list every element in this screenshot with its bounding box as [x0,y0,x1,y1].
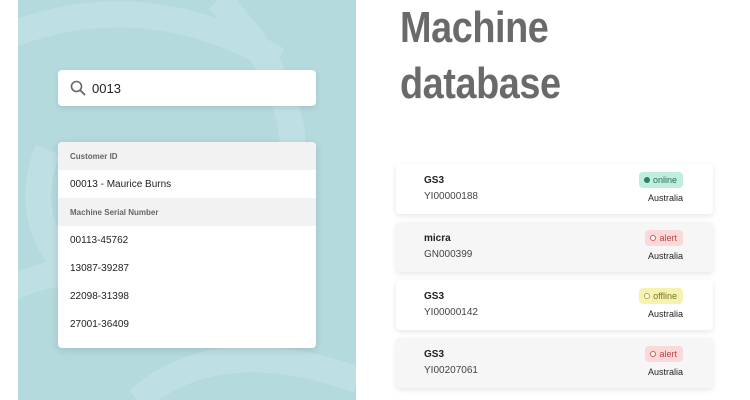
customer-id-header: Customer ID [58,142,316,170]
machine-model: GS3 [424,175,445,186]
status-badge: alert [645,230,683,246]
status-dot-icon [644,293,651,299]
search-results-dropdown: Customer ID 00013 - Maurice Burns Machin… [58,142,316,348]
machine-model: GS3 [424,349,445,360]
status-label: alert [659,349,677,359]
status-badge: alert [645,346,683,362]
machine-card[interactable]: GS3 YI00207061 alert Australia [396,338,713,388]
serial-result[interactable]: 13087-39287 [58,254,316,282]
serial-result[interactable]: 00113-45762 [58,226,316,254]
status-label: alert [659,233,677,243]
status-label: offline [653,291,677,301]
status-dot-icon [650,235,657,241]
search-icon [68,78,88,98]
machine-card[interactable]: GS3 YI00000188 online Australia [396,164,713,214]
machine-card[interactable]: micra GN000399 alert Australia [396,222,713,272]
machine-country: Australia [647,193,683,203]
serial-result[interactable]: 22098-31398 [58,282,316,310]
search-panel: Customer ID 00013 - Maurice Burns Machin… [18,0,356,400]
status-label: online [652,175,677,185]
machine-country: Australia [647,251,683,261]
machine-serial: GN000399 [424,249,473,260]
page-title-line2: database [400,59,561,108]
machine-serial: YI00207061 [424,365,478,376]
status-badge: offline [639,288,683,304]
search-box[interactable] [58,70,316,106]
machine-model: micra [424,233,451,244]
page-title: Machine database [400,0,684,112]
serial-result[interactable]: 27001-36409 [58,310,316,338]
status-badge: online [638,172,683,188]
status-dot-icon [650,351,657,357]
machine-serial: YI00000142 [424,307,478,318]
search-input[interactable] [92,80,292,96]
machine-list: GS3 YI00000188 online Australia micra GN… [396,164,713,396]
customer-result[interactable]: 00013 - Maurice Burns [58,170,316,198]
machine-country: Australia [647,309,683,319]
machine-card[interactable]: GS3 YI00000142 offline Australia [396,280,713,330]
page-title-line1: Machine [400,3,549,52]
machine-serial: YI00000188 [424,191,478,202]
machine-country: Australia [647,367,683,377]
serial-number-header: Machine Serial Number [58,198,316,226]
status-dot-icon [643,177,650,183]
machine-model: GS3 [424,291,445,302]
